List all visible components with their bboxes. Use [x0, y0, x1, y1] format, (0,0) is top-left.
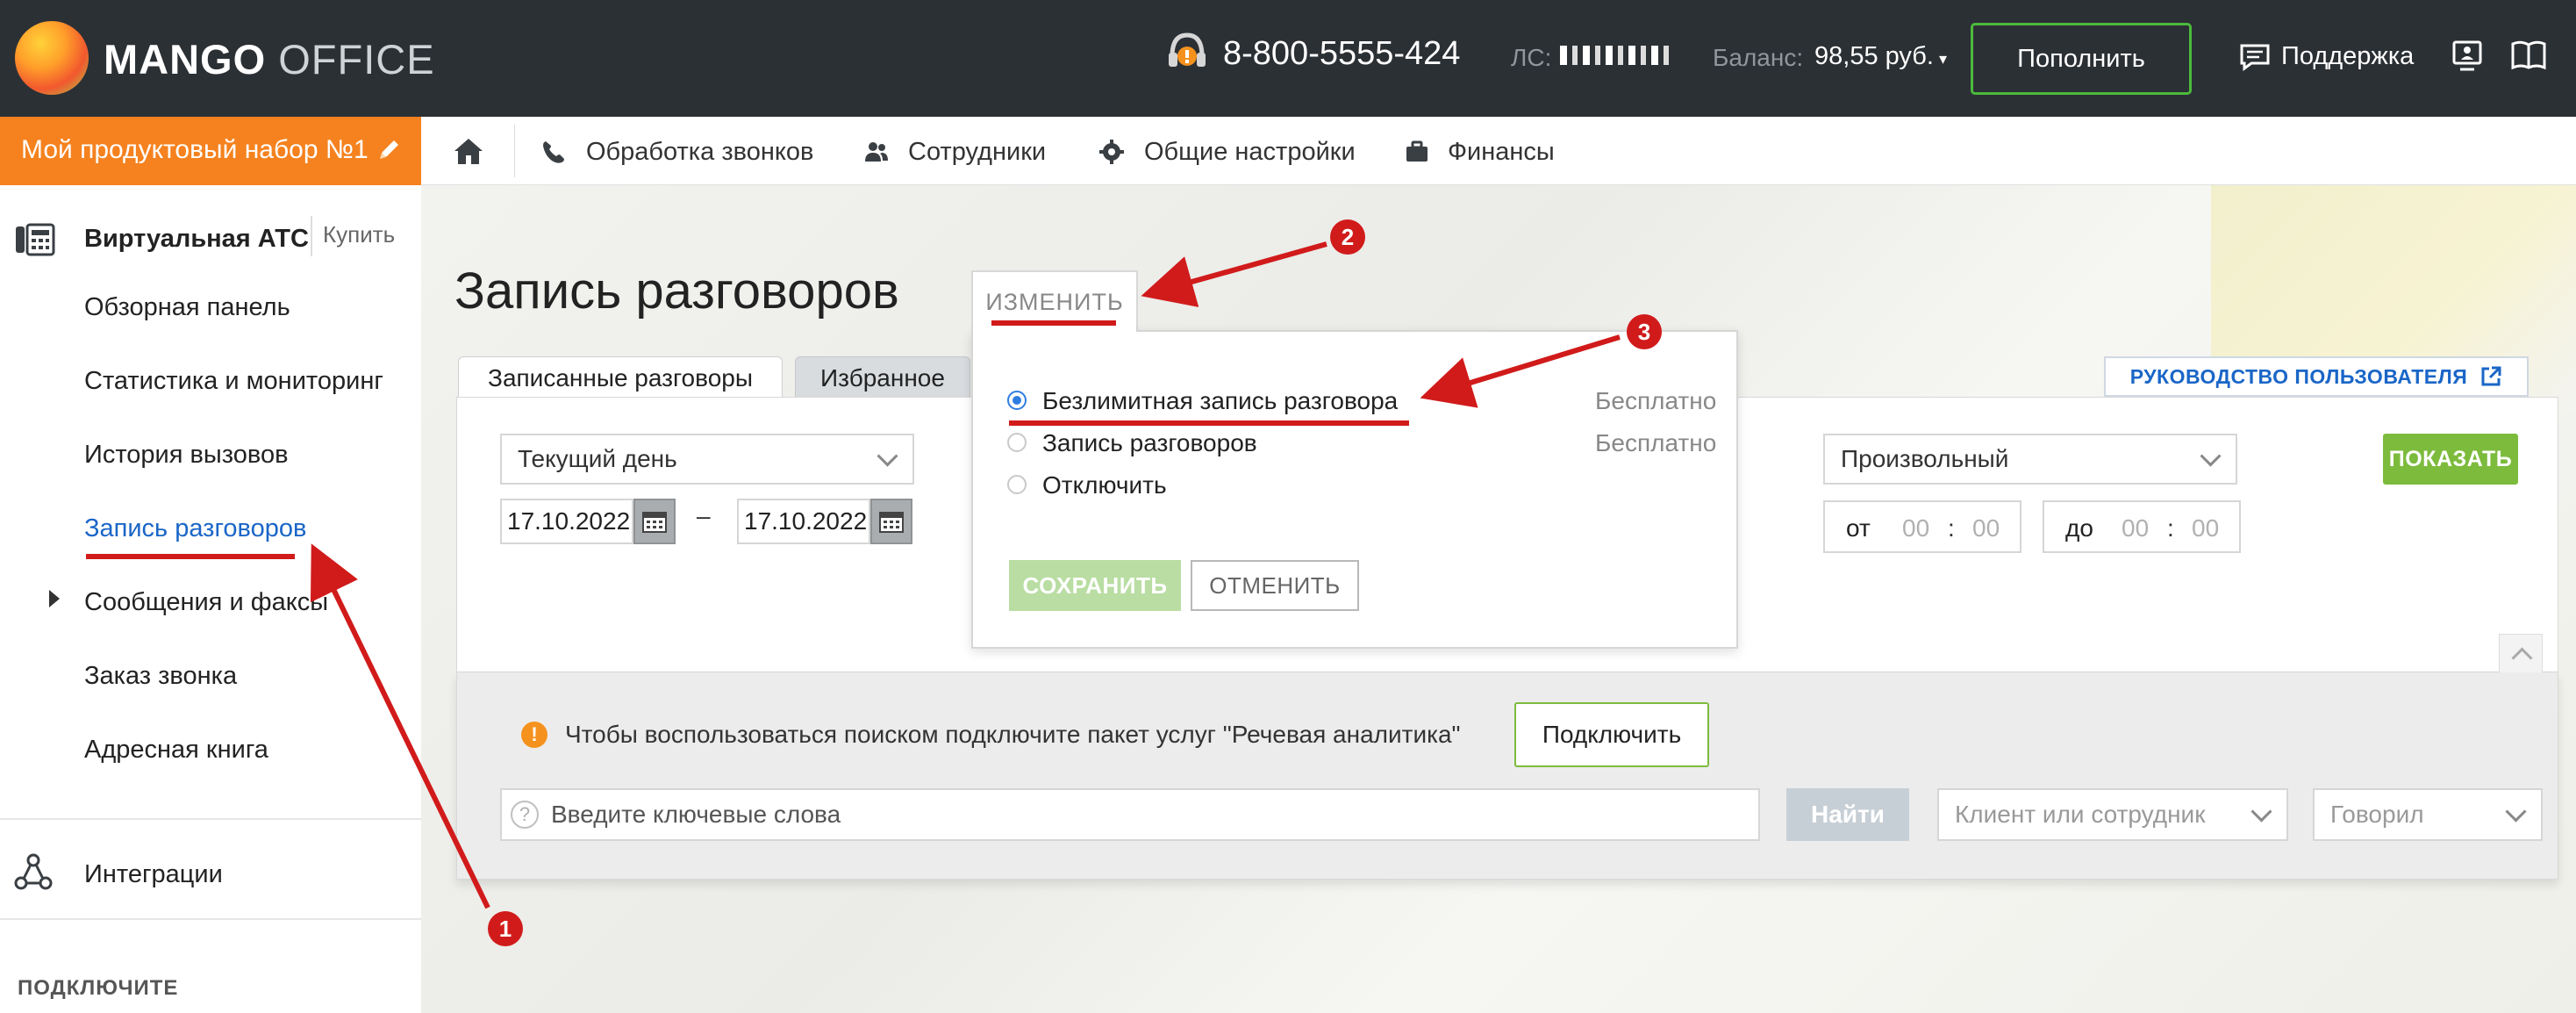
cancel-button[interactable]: ОТМЕНИТЬ: [1191, 560, 1359, 611]
integrations-icon: [14, 853, 53, 890]
edit-tab[interactable]: ИЗМЕНИТЬ: [971, 270, 1138, 332]
time-from-input[interactable]: от 00 : 00: [1823, 500, 2021, 553]
sidebar-divider: [0, 918, 421, 920]
balance-label: Баланс:: [1713, 44, 1804, 71]
logo-text[interactable]: MANGO OFFICE: [104, 35, 435, 83]
annotation-badge: 2: [1330, 219, 1365, 255]
minutes-placeholder: 00: [2192, 514, 2220, 542]
connect-button[interactable]: Подключить: [1514, 702, 1709, 767]
date-to-input[interactable]: 17.10.2022: [737, 499, 870, 544]
search-panel: [456, 672, 2558, 880]
nav-call-processing[interactable]: Обработка звонков: [586, 138, 813, 167]
caret-down-icon: ▾: [1938, 50, 1947, 68]
connect-heading: ПОДКЛЮЧИТЕ: [18, 976, 179, 1000]
chat-support-icon[interactable]: [2239, 43, 2271, 71]
sidebar-item-overview[interactable]: Обзорная панель: [84, 293, 290, 322]
account-number-redacted: [1560, 46, 1672, 65]
buy-link[interactable]: Купить: [323, 221, 395, 248]
headset-phone-icon: [1169, 32, 1206, 67]
option-label[interactable]: Запись разговоров: [1042, 429, 1257, 457]
briefcase-icon: [1406, 140, 1428, 162]
product-set-label[interactable]: Мой продуктовый набор №1: [21, 135, 369, 165]
nav-general-settings[interactable]: Общие настройки: [1144, 138, 1356, 167]
account-number-label: ЛС:: [1511, 44, 1552, 71]
user-guide-link[interactable]: РУКОВОДСТВО ПОЛЬЗОВАТЕЛЯ: [2104, 356, 2529, 397]
info-icon: !: [521, 722, 547, 748]
help-icon[interactable]: ?: [511, 801, 539, 829]
time-colon: :: [1948, 514, 1955, 542]
nav-separator: [514, 125, 515, 177]
calendar-icon[interactable]: [870, 499, 912, 544]
sidebar-item-call-recording[interactable]: Запись разговоров: [84, 514, 306, 543]
topup-button[interactable]: Пополнить: [1971, 23, 2192, 95]
nav-finance[interactable]: Финансы: [1448, 138, 1555, 167]
date-range-separator: –: [697, 502, 711, 529]
support-phone-number[interactable]: 8-800-5555-424: [1223, 35, 1460, 73]
book-icon[interactable]: [2511, 40, 2546, 70]
date-from-input[interactable]: 17.10.2022: [500, 499, 633, 544]
speech-analytics-notice: Чтобы воспользоваться поиском подключите…: [565, 721, 1461, 748]
time-to-label: до: [2065, 514, 2093, 542]
option-label[interactable]: Отключить: [1042, 471, 1167, 499]
time-colon: :: [2167, 514, 2174, 542]
option-label[interactable]: Безлимитная запись разговора: [1042, 387, 1398, 415]
annotation-badge: 3: [1627, 314, 1662, 349]
tab-recorded-calls[interactable]: Записанные разговоры: [458, 356, 783, 399]
sidebar-item-statistics[interactable]: Статистика и мониторинг: [84, 367, 383, 396]
find-button[interactable]: Найти: [1786, 788, 1909, 841]
option-price: Бесплатно: [1595, 429, 1717, 456]
sidebar-item-address-book[interactable]: Адресная книга: [84, 736, 268, 765]
virtual-pbx-title[interactable]: Виртуальная АТС: [84, 225, 309, 254]
nav-employees[interactable]: Сотрудники: [908, 138, 1046, 167]
expand-caret-icon[interactable]: [49, 590, 60, 607]
hours-placeholder: 00: [2122, 514, 2150, 542]
show-button[interactable]: ПОКАЗАТЬ: [2383, 434, 2518, 485]
time-from-label: от: [1846, 514, 1871, 542]
tab-joint: [973, 327, 1136, 334]
tab-favorites[interactable]: Избранное: [795, 356, 970, 399]
mango-logo-icon[interactable]: [15, 21, 89, 95]
radio-call-recording[interactable]: [1007, 433, 1027, 452]
page-title: Запись разговоров: [454, 262, 899, 320]
client-employee-select[interactable]: Клиент или сотрудник: [1937, 788, 2288, 841]
save-button[interactable]: СОХРАНИТЬ: [1009, 560, 1181, 611]
support-link[interactable]: Поддержка: [2281, 42, 2414, 71]
gear-icon: [1099, 140, 1124, 164]
user-cabinet-icon[interactable]: [2452, 40, 2482, 72]
time-to-input[interactable]: до 00 : 00: [2043, 500, 2241, 553]
keyword-placeholder: Введите ключевые слова: [551, 801, 841, 828]
spoke-select[interactable]: Говорил: [2313, 788, 2543, 841]
balance-dropdown[interactable]: 98,55 руб. ▾: [1814, 42, 1947, 71]
option-price: Бесплатно: [1595, 387, 1717, 414]
phone-icon: [543, 141, 564, 163]
pencil-edit-icon[interactable]: [377, 137, 402, 162]
collapse-chevron-icon[interactable]: [2499, 634, 2543, 672]
user-guide-label: РУКОВОДСТВО ПОЛЬЗОВАТЕЛЯ: [2129, 364, 2468, 388]
home-icon[interactable]: [452, 135, 485, 167]
calendar-icon[interactable]: [633, 499, 676, 544]
sidebar-item-messages-faxes[interactable]: Сообщения и факсы: [84, 588, 328, 617]
radio-disable[interactable]: [1007, 475, 1027, 494]
minutes-placeholder: 00: [1972, 514, 2000, 542]
radio-unlimited-recording[interactable]: [1007, 391, 1027, 410]
annotation-badge: 1: [488, 911, 523, 946]
hours-placeholder: 00: [1902, 514, 1930, 542]
time-mode-select[interactable]: Произвольный: [1823, 434, 2237, 485]
pbx-phone-icon: [16, 223, 55, 256]
sidebar-separator: [311, 216, 312, 256]
sidebar-divider: [0, 818, 421, 820]
period-select[interactable]: Текущий день: [500, 434, 914, 485]
external-link-icon: [2481, 366, 2501, 386]
sidebar-item-integrations[interactable]: Интеграции: [84, 860, 223, 889]
users-icon: [865, 142, 888, 162]
sidebar-item-call-history[interactable]: История вызовов: [84, 441, 288, 470]
sidebar-item-callback-order[interactable]: Заказ звонка: [84, 662, 237, 691]
